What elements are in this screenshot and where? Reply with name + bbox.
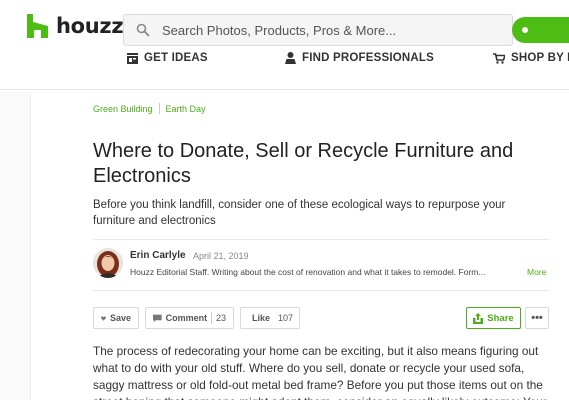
search-input[interactable]: [162, 22, 502, 38]
like-label: Like: [252, 313, 271, 323]
logo-text: houzz: [56, 14, 124, 38]
divider: [93, 290, 549, 291]
comment-icon: [153, 314, 162, 322]
avatar[interactable]: [93, 248, 123, 278]
houzz-logo-icon: [27, 14, 48, 38]
get-app-button[interactable]: [512, 17, 569, 43]
author-bio: Houzz Editorial Staff. Writing about the…: [130, 267, 486, 277]
article-body: The process of redecorating your home ca…: [93, 344, 547, 400]
author-more-link[interactable]: More: [527, 267, 546, 277]
main-nav: GET IDEAS FIND PROFESSIONALS SHOP BY D: [0, 52, 569, 74]
ideas-icon: [127, 52, 138, 64]
save-button[interactable]: Save: [93, 307, 139, 329]
share-label: Share: [487, 312, 514, 324]
top-header: houzz GET IDEAS FI: [0, 0, 569, 90]
houzz-logo[interactable]: houzz: [27, 14, 124, 38]
nav-get-ideas[interactable]: GET IDEAS: [127, 52, 208, 64]
search-bar[interactable]: [123, 14, 513, 46]
share-button[interactable]: Share: [466, 307, 521, 329]
more-options-button[interactable]: •••: [525, 307, 549, 329]
share-icon: [473, 312, 484, 324]
save-label: Save: [109, 313, 131, 323]
nav-find-professionals[interactable]: FIND PROFESSIONALS: [285, 52, 434, 64]
nav-shop[interactable]: SHOP BY D: [493, 52, 569, 64]
cart-icon: [493, 52, 505, 64]
comment-button[interactable]: Comment 23: [145, 307, 234, 329]
breadcrumb-separator: [158, 103, 160, 114]
divider: [93, 239, 549, 240]
search-icon: [136, 23, 150, 37]
more-dots-icon: •••: [531, 312, 543, 324]
breadcrumb: Green Building Earth Day: [93, 103, 206, 114]
article-title: Where to Donate, Sell or Recycle Furnitu…: [93, 140, 514, 187]
button-dot-icon: [522, 27, 528, 33]
nav-label: FIND PROFESSIONALS: [302, 52, 435, 64]
like-button[interactable]: Like 107: [240, 307, 300, 329]
like-count: 107: [278, 313, 294, 323]
article-subtitle: Before you think landfill, consider one …: [93, 199, 506, 227]
comment-count: 23: [215, 313, 226, 323]
heart-icon: [101, 315, 106, 321]
count-separator: [211, 312, 212, 324]
comment-label: Comment: [165, 313, 208, 323]
breadcrumb-earth-day[interactable]: Earth Day: [166, 104, 206, 114]
nav-label: SHOP BY D: [511, 52, 569, 64]
publish-date: April 21, 2019: [193, 251, 249, 261]
pro-icon: [285, 52, 296, 64]
author-name[interactable]: Erin Carlyle: [130, 250, 186, 261]
breadcrumb-green-building[interactable]: Green Building: [93, 104, 153, 114]
nav-label: GET IDEAS: [144, 52, 208, 64]
